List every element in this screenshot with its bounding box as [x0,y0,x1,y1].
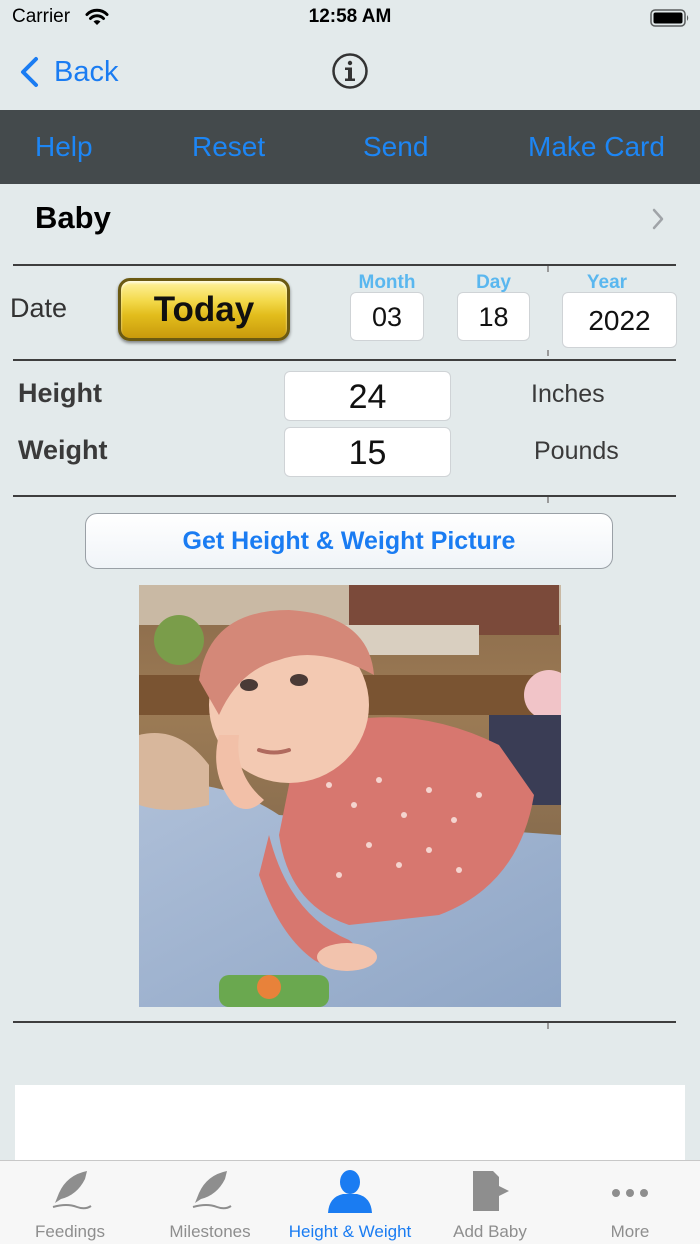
height-unit: Inches [531,380,605,408]
weight-field[interactable]: 15 [284,427,451,477]
day-field[interactable]: 18 [457,292,530,341]
tab-label: Milestones [169,1222,251,1241]
weight-unit: Pounds [534,437,619,465]
action-toolbar: Help Reset Send Make Card [0,110,700,184]
divider [13,264,676,266]
height-label: Height [18,378,102,408]
tab-label: More [610,1222,650,1241]
tab-label: Height & Weight [288,1222,412,1241]
status-time: 12:58 AM [308,6,392,27]
year-field[interactable]: 2022 [562,292,677,348]
divider-tick [547,350,549,356]
person-icon [328,1170,372,1213]
reset-button[interactable]: Reset [192,110,265,184]
send-button[interactable]: Send [363,110,428,184]
height-field[interactable]: 24 [284,371,451,421]
quill-icon [192,1171,232,1210]
divider-tick [547,266,549,272]
month-field[interactable]: 03 [350,292,424,341]
chevron-left-icon [21,57,38,87]
day-header: Day [476,272,511,293]
baby-photo[interactable] [139,585,561,1007]
get-picture-button[interactable]: Get Height & Weight Picture [85,513,613,569]
divider-tick [547,1023,549,1029]
tab-bar: Feedings Milestones Height & Weight Add … [0,1160,700,1244]
tab-add-baby[interactable]: Add Baby [420,1161,560,1244]
tab-height-weight[interactable]: Height & Weight [280,1161,420,1244]
chevron-right-icon[interactable] [651,207,665,231]
back-button[interactable]: Back [18,50,118,94]
help-button[interactable]: Help [35,110,93,184]
divider [13,359,676,361]
back-label: Back [54,55,119,88]
tab-label: Add Baby [453,1222,527,1241]
year-header: Year [586,272,628,293]
more-dots-icon [612,1189,648,1197]
baby-name[interactable]: Baby [35,200,111,236]
notes-panel [15,1085,685,1165]
date-label: Date [10,293,68,323]
today-button[interactable]: Today [118,278,290,341]
tab-more[interactable]: More [560,1161,700,1244]
make-card-button[interactable]: Make Card [528,110,665,184]
battery-icon [650,9,689,27]
tab-feedings[interactable]: Feedings [0,1161,140,1244]
add-document-icon [473,1171,509,1211]
divider-tick [547,497,549,503]
tab-milestones[interactable]: Milestones [140,1161,280,1244]
tab-label: Feedings [35,1222,105,1241]
divider [13,1021,676,1023]
month-header: Month [358,272,416,293]
weight-label: Weight [18,435,108,465]
divider [13,495,676,497]
quill-icon [52,1171,92,1210]
info-circle-icon[interactable] [331,52,369,90]
